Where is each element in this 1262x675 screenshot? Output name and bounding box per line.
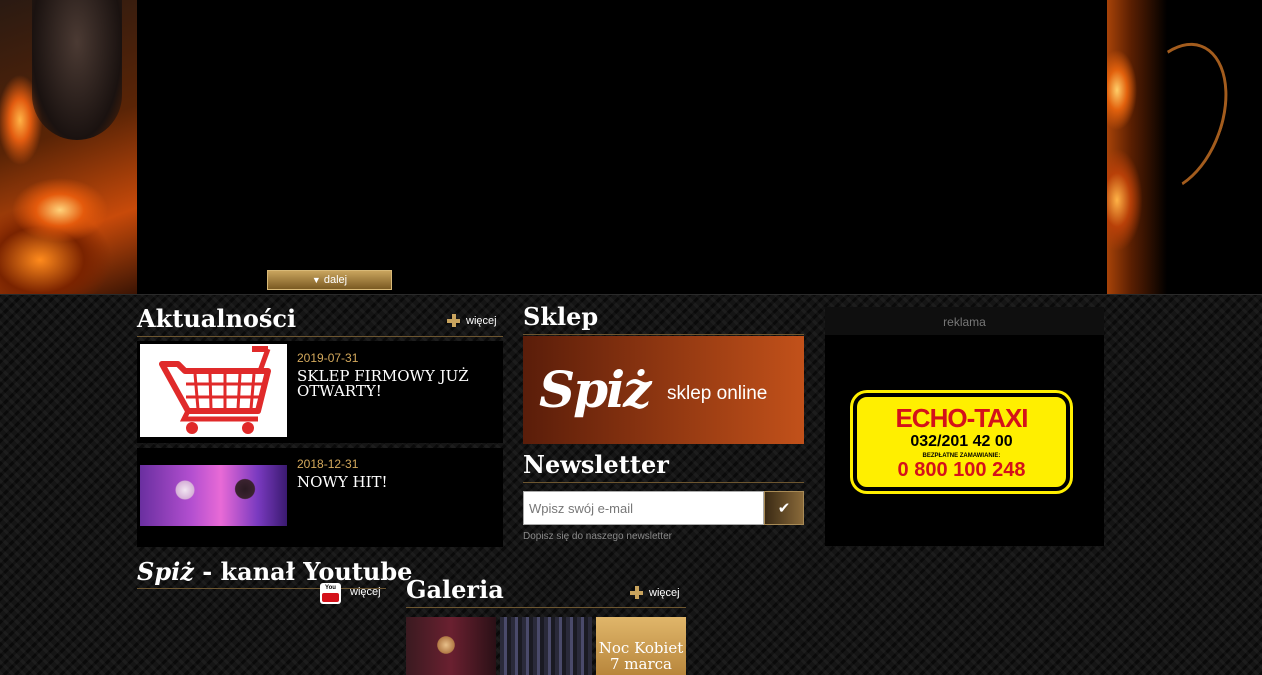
shop-online-banner[interactable]: Spiż sklep online — [523, 336, 804, 444]
taxi-name: ECHO-TAXI — [895, 403, 1028, 433]
news-headline-link[interactable]: NOWY HIT! — [297, 475, 497, 490]
shop-title: Sklep — [523, 302, 599, 331]
gallery-caption-line1: Noc Kobiet — [598, 639, 684, 657]
echo-taxi-ad[interactable]: ECHO-TAXI 032/201 42 00 BEZPŁATNE ZAMAWI… — [853, 393, 1070, 491]
dalej-button[interactable]: ▼ dalej — [267, 270, 392, 290]
ad-label: reklama — [825, 307, 1104, 335]
youtube-divider — [137, 588, 386, 589]
gallery-title: Galeria — [406, 575, 504, 604]
news-more-label: więcej — [466, 314, 497, 327]
gallery-divider — [406, 607, 686, 608]
shop-divider — [523, 334, 804, 335]
news-title: Aktualności — [137, 304, 297, 333]
youtube-icon-text: You — [325, 585, 336, 591]
news-date: 2019-07-31 — [297, 351, 359, 365]
hero-banner: ▼ dalej — [0, 0, 1262, 295]
plus-icon — [447, 314, 460, 327]
performer-silhouette — [32, 0, 122, 140]
news-item[interactable]: 2019-07-31 SKLEP FIRMOWY JUŻ OTWARTY! — [137, 341, 503, 443]
dalej-label: dalej — [323, 274, 348, 286]
youtube-more-link[interactable]: więcej — [350, 586, 381, 598]
news-more-link[interactable]: więcej — [447, 314, 497, 327]
youtube-icon-tube — [322, 593, 339, 602]
check-icon: ✔ — [777, 500, 791, 517]
taxi-phone: 032/201 42 00 — [910, 433, 1013, 450]
youtube-title: Spiż - kanał Youtube — [137, 557, 412, 586]
newsletter-title: Newsletter — [523, 450, 669, 479]
gallery-thumbnail[interactable] — [500, 617, 592, 675]
gallery-caption-line2: 7 marca — [610, 655, 672, 673]
news-headline-link[interactable]: SKLEP FIRMOWY JUŻ OTWARTY! — [297, 369, 497, 399]
gallery-more-link[interactable]: więcej — [630, 586, 680, 599]
advertisement-box: reklama ECHO-TAXI 032/201 42 00 BEZPŁATN… — [825, 307, 1104, 546]
spiz-logo: Spiż — [137, 557, 194, 586]
news-item[interactable]: 2018-12-31 NOWY HIT! — [137, 448, 503, 547]
news-thumbnail-artists[interactable] — [140, 465, 287, 526]
shop-banner-text: sklep online — [667, 383, 768, 404]
newsletter-note: Dopisz się do naszego newsletter — [523, 531, 672, 542]
newsletter-submit-button[interactable]: ✔ — [764, 491, 804, 525]
newsletter-divider — [523, 482, 804, 483]
newsletter-email-input[interactable] — [523, 491, 764, 525]
shopping-cart-icon — [159, 346, 271, 434]
news-divider — [137, 336, 503, 337]
youtube-icon[interactable]: You — [320, 583, 341, 604]
hero-flame-right-image — [1103, 0, 1262, 294]
youtube-more-label: więcej — [350, 586, 381, 598]
plus-icon — [630, 586, 643, 599]
gallery-thumbnail-noc-kobiet[interactable]: Noc Kobiet 7 marca — [596, 617, 686, 675]
gallery-thumbnail[interactable] — [406, 617, 496, 675]
youtube-title-text: - kanał Youtube — [202, 557, 413, 586]
news-date: 2018-12-31 — [297, 457, 359, 471]
news-thumbnail-cart[interactable] — [140, 344, 287, 437]
hero-flame-left-image — [0, 0, 137, 294]
spiz-logo: Spiż — [539, 360, 651, 419]
taxi-free-number: 0 800 100 248 — [897, 459, 1026, 481]
triangle-down-icon: ▼ — [311, 275, 321, 285]
gallery-more-label: więcej — [649, 586, 680, 599]
